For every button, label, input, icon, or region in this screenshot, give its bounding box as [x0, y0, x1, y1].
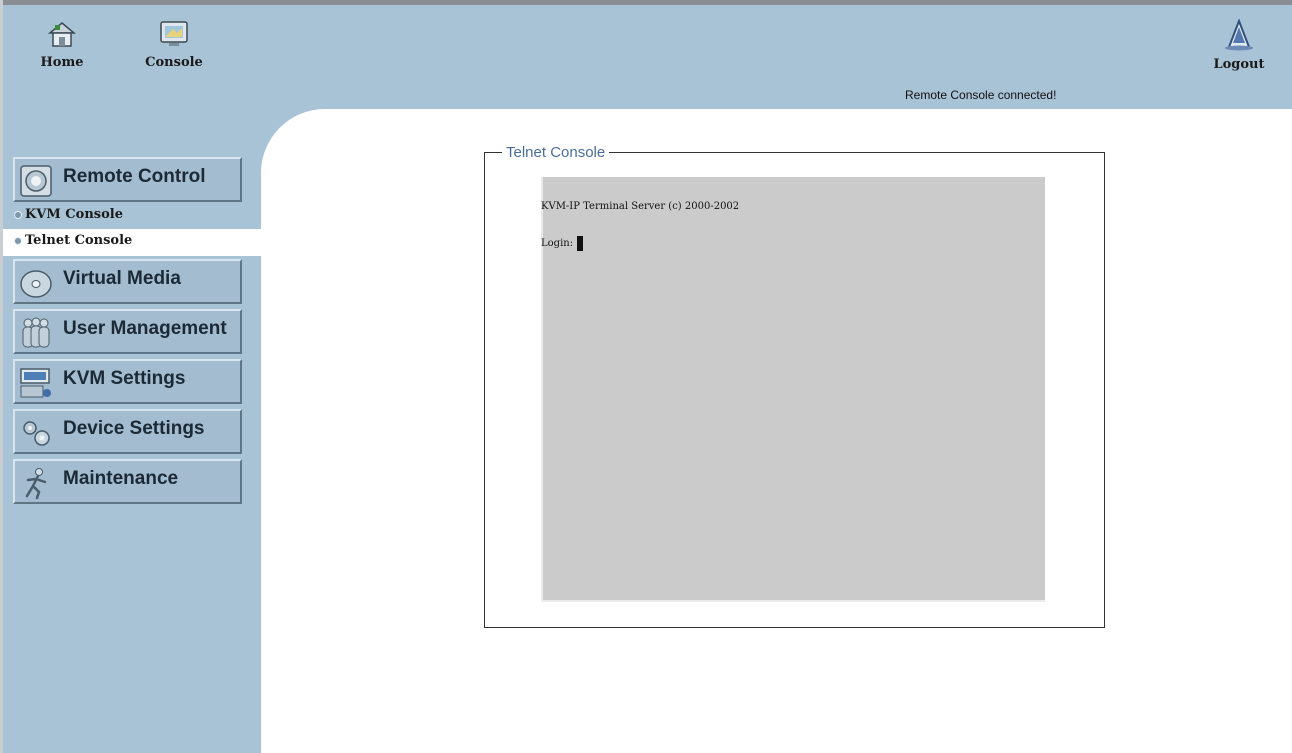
terminal-banner: KVM-IP Terminal Server (c) 2000-2002	[541, 201, 740, 212]
logout-label: Logout	[1213, 57, 1265, 72]
device-settings-label: Device Settings	[63, 418, 205, 439]
remote-control-label: Remote Control	[63, 166, 206, 187]
keyboard-monitor-icon	[20, 368, 51, 398]
home-label: Home	[40, 55, 84, 70]
user-management-category[interactable]: User Management	[13, 309, 242, 354]
top-bar: Home Console Remote Console connected! L…	[3, 5, 1292, 109]
home-button[interactable]: Home	[22, 19, 102, 70]
home-icon	[47, 22, 77, 47]
device-settings-category[interactable]: Device Settings	[13, 409, 242, 454]
remote-control-icon	[20, 165, 52, 197]
virtual-media-label: Virtual Media	[63, 268, 181, 289]
kvm-console-label: KVM Console	[25, 207, 123, 222]
sidebar-item-telnet-console[interactable]: Telnet Console	[14, 233, 132, 248]
user-management-label: User Management	[63, 318, 227, 339]
telnet-console-label: Telnet Console	[25, 233, 133, 248]
bullet-icon	[14, 210, 22, 219]
disc-icon	[20, 270, 52, 298]
bullet-icon	[14, 236, 22, 245]
maintenance-label: Maintenance	[63, 468, 179, 489]
maintenance-category[interactable]: Maintenance	[13, 459, 242, 504]
fieldset-legend: Telnet Console	[502, 144, 610, 161]
monitor-icon	[160, 21, 188, 46]
users-icon	[22, 317, 50, 348]
maintenance-icon	[25, 468, 47, 500]
virtual-media-category[interactable]: Virtual Media	[13, 259, 242, 304]
console-label: Console	[145, 55, 203, 70]
remote-control-category[interactable]: Remote Control	[13, 157, 242, 202]
terminal-login-prompt: Login:	[541, 236, 584, 251]
window-left-border	[0, 0, 3, 753]
gears-icon	[23, 421, 50, 446]
login-label: Login:	[541, 238, 574, 249]
kvm-settings-category[interactable]: KVM Settings	[13, 359, 242, 404]
kvm-settings-label: KVM Settings	[63, 368, 186, 389]
terminal-screen[interactable]: KVM-IP Terminal Server (c) 2000-2002 Log…	[541, 177, 1045, 602]
console-button[interactable]: Console	[134, 19, 214, 70]
terminal-cursor	[577, 236, 584, 251]
logout-button[interactable]: Logout	[1199, 19, 1279, 72]
sidebar-item-kvm-console[interactable]: KVM Console	[14, 207, 123, 222]
connection-status: Remote Console connected!	[905, 88, 1057, 102]
logout-icon	[1225, 19, 1253, 51]
